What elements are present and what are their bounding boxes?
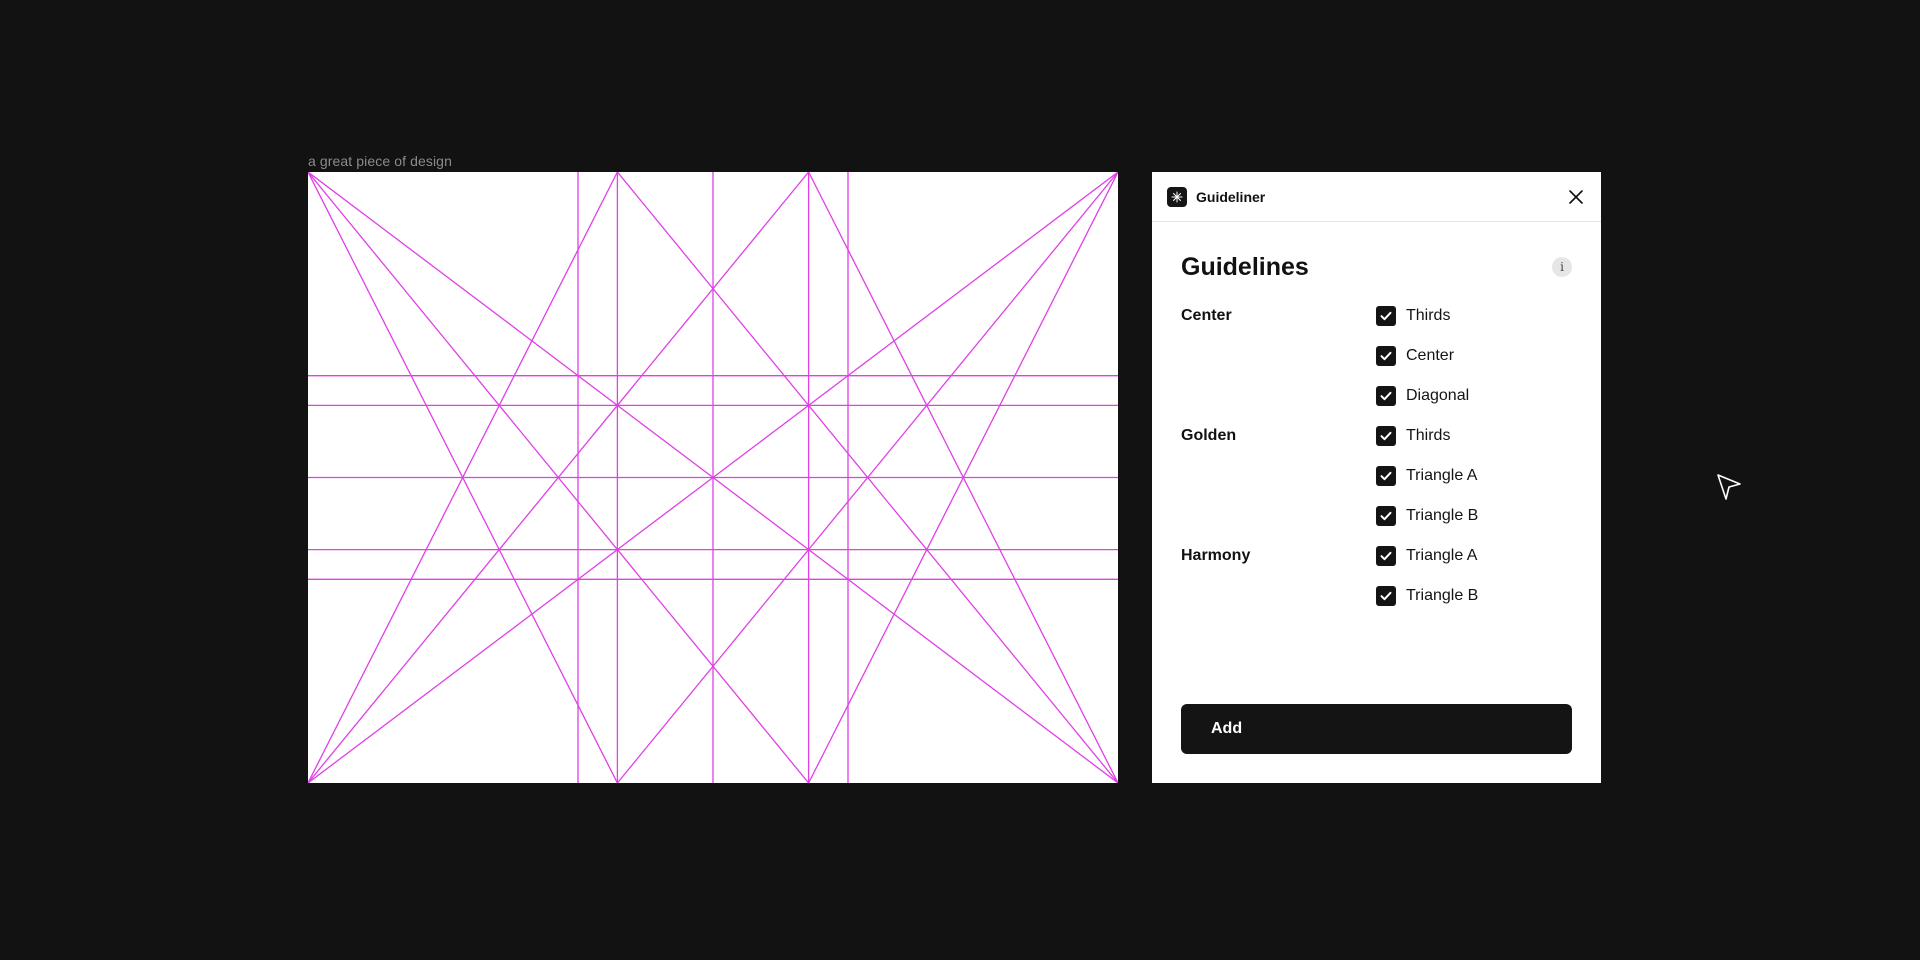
option-center-thirds[interactable]: Thirds xyxy=(1376,306,1469,326)
close-button[interactable] xyxy=(1565,186,1587,208)
checkmark-icon xyxy=(1380,391,1392,401)
option-label: Thirds xyxy=(1406,307,1451,324)
checkbox[interactable] xyxy=(1376,546,1396,566)
close-icon xyxy=(1569,189,1583,204)
option-label: Triangle A xyxy=(1406,547,1478,564)
mouse-pointer-icon xyxy=(1717,474,1741,500)
checkbox[interactable] xyxy=(1376,426,1396,446)
option-label: Triangle A xyxy=(1406,467,1478,484)
checkmark-icon xyxy=(1380,471,1392,481)
checkbox[interactable] xyxy=(1376,586,1396,606)
option-label: Thirds xyxy=(1406,427,1451,444)
guideliner-plugin-panel: Guideliner Guidelines i Center Thirds Cent… xyxy=(1152,172,1601,783)
checkmark-icon xyxy=(1380,551,1392,561)
checkmark-icon xyxy=(1380,591,1392,601)
checkbox[interactable] xyxy=(1376,466,1396,486)
checkmark-icon xyxy=(1380,311,1392,321)
panel-body: Guidelines i Center Thirds Center Diagonal G… xyxy=(1152,222,1601,606)
app-window: a great piece of design Guideliner Guide… xyxy=(0,0,1920,960)
option-center-center[interactable]: Center xyxy=(1376,346,1469,366)
checkmark-icon xyxy=(1380,431,1392,441)
plugin-logo-icon xyxy=(1167,186,1187,207)
option-list: Thirds Center Diagonal xyxy=(1376,306,1469,406)
title-row: Guidelines i xyxy=(1181,250,1572,284)
option-label: Triangle B xyxy=(1406,507,1479,524)
option-label: Diagonal xyxy=(1406,387,1470,404)
checkbox[interactable] xyxy=(1376,346,1396,366)
group-golden: Golden Thirds Triangle A Triangle B xyxy=(1181,426,1572,526)
checkmark-icon xyxy=(1380,351,1392,361)
option-list: Thirds Triangle A Triangle B xyxy=(1376,426,1478,526)
plugin-name: Guideliner xyxy=(1196,188,1266,205)
panel-title: Guidelines xyxy=(1181,252,1309,281)
info-icon[interactable]: i xyxy=(1552,257,1572,277)
group-harmony: Harmony Triangle A Triangle B xyxy=(1181,546,1572,606)
group-label: Center xyxy=(1181,307,1232,324)
guidelines-overlay xyxy=(308,172,1118,783)
group-center: Center Thirds Center Diagonal xyxy=(1181,306,1572,406)
checkmark-icon xyxy=(1380,511,1392,521)
option-golden-triangle-b[interactable]: Triangle B xyxy=(1376,506,1478,526)
checkbox[interactable] xyxy=(1376,306,1396,326)
option-label: Triangle B xyxy=(1406,587,1479,604)
option-list: Triangle A Triangle B xyxy=(1376,546,1478,606)
frame-label[interactable]: a great piece of design xyxy=(308,153,452,169)
design-frame[interactable] xyxy=(308,172,1118,783)
option-golden-triangle-a[interactable]: Triangle A xyxy=(1376,466,1478,486)
guideline-groups: Center Thirds Center Diagonal Golden Thirds Tr… xyxy=(1181,306,1572,606)
option-center-diagonal[interactable]: Diagonal xyxy=(1376,386,1469,406)
option-golden-thirds[interactable]: Thirds xyxy=(1376,426,1478,446)
group-label: Golden xyxy=(1181,427,1237,444)
group-label: Harmony xyxy=(1181,547,1251,564)
option-harmony-triangle-a[interactable]: Triangle A xyxy=(1376,546,1478,566)
option-label: Center xyxy=(1406,347,1455,364)
panel-header: Guideliner xyxy=(1152,172,1601,222)
checkbox[interactable] xyxy=(1376,506,1396,526)
checkbox[interactable] xyxy=(1376,386,1396,406)
option-harmony-triangle-b[interactable]: Triangle B xyxy=(1376,586,1478,606)
add-button[interactable]: Add xyxy=(1181,704,1572,754)
